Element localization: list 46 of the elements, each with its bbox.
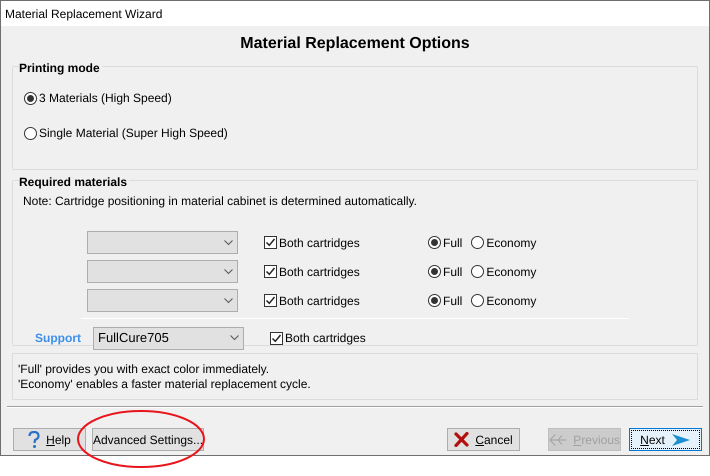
checkbox[interactable]	[264, 265, 277, 278]
checkbox[interactable]	[270, 332, 283, 344]
next-button[interactable]: Next	[629, 428, 702, 451]
checkbox[interactable]	[264, 236, 277, 249]
cross-icon	[454, 432, 470, 447]
cancel-button[interactable]: Cancel	[447, 428, 520, 451]
question-mark-icon	[28, 430, 40, 448]
radio-label: Economy	[486, 234, 536, 252]
radio-button[interactable]	[471, 265, 484, 278]
radio-button[interactable]	[471, 236, 484, 249]
window-title: Material Replacement Wizard	[5, 6, 162, 22]
radio-label: Full	[443, 234, 462, 252]
left-arrow-icon	[549, 432, 568, 446]
note-text: Note: Cartridge positioning in material cabinet is determined automatically.	[23, 194, 417, 208]
radio-label: 3 Materials (High Speed)	[39, 90, 172, 107]
info-text: 'Full' provides you with exact color immediately.	[18, 362, 270, 376]
chevron-down-icon	[230, 335, 239, 341]
checkbox-label: Both cartridges	[279, 264, 360, 280]
dropdown-field[interactable]	[87, 231, 238, 254]
radio-button[interactable]	[24, 92, 37, 104]
advanced-settings-button[interactable]: Advanced Settings...	[92, 428, 204, 451]
right-arrow-icon	[670, 432, 691, 446]
checkbox-label: Both cartridges	[279, 292, 360, 310]
radio-label: Full	[443, 264, 462, 280]
radio-label: Single Material (Super High Speed)	[39, 125, 228, 142]
radio-button[interactable]	[428, 265, 441, 278]
checkbox[interactable]	[264, 294, 277, 307]
checkbox-label: Both cartridges	[285, 330, 366, 347]
dropdown-field[interactable]	[87, 260, 238, 283]
radio-button[interactable]	[24, 126, 37, 140]
chevron-down-icon	[224, 298, 233, 304]
chevron-down-icon	[224, 268, 233, 274]
radio-label: Economy	[486, 292, 536, 310]
info-text: 'Economy' enables a faster material replacement cycle.	[18, 376, 312, 392]
dropdown-field[interactable]	[87, 289, 238, 312]
radio-button[interactable]	[471, 294, 484, 307]
radio-button[interactable]	[428, 294, 441, 307]
checkbox-label: Both cartridges	[279, 234, 360, 252]
radio-label: Economy	[486, 264, 536, 280]
dropdown-field[interactable]: FullCure705	[93, 326, 244, 350]
radio-button[interactable]	[428, 236, 441, 249]
support-label: Support	[35, 330, 82, 347]
page-heading: Material Replacement Options	[240, 34, 470, 54]
radio-label: Full	[443, 292, 462, 310]
chevron-down-icon	[224, 240, 233, 246]
help-button[interactable]: Help	[13, 428, 86, 451]
